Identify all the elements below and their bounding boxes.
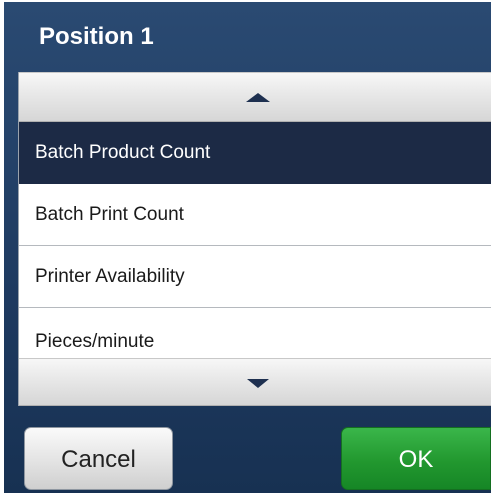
option-list: Batch Product Count Batch Print Count Pr… [18, 72, 491, 406]
list-item-label: Batch Print Count [35, 204, 184, 225]
list-item-printer-availability[interactable]: Printer Availability [19, 246, 491, 308]
list-item-batch-print-count[interactable]: Batch Print Count [19, 184, 491, 246]
scroll-up-button[interactable] [19, 72, 491, 122]
list-item-batch-product-count[interactable]: Batch Product Count [19, 122, 491, 184]
dialog-panel: Position 1 Batch Product Count Batch Pri… [4, 2, 491, 493]
triangle-down-icon [247, 379, 269, 388]
cancel-button[interactable]: Cancel [24, 427, 173, 490]
list-item-label: Printer Availability [35, 266, 185, 287]
list-item-pieces-per-minute[interactable]: Pieces/minute [19, 310, 491, 358]
list-item-label: Pieces/minute [35, 331, 155, 352]
ok-button[interactable]: OK [341, 427, 491, 490]
list-item-label: Batch Product Count [35, 142, 211, 163]
scroll-down-button[interactable] [19, 358, 491, 406]
triangle-up-icon [246, 93, 270, 102]
dialog-title: Position 1 [39, 23, 154, 50]
